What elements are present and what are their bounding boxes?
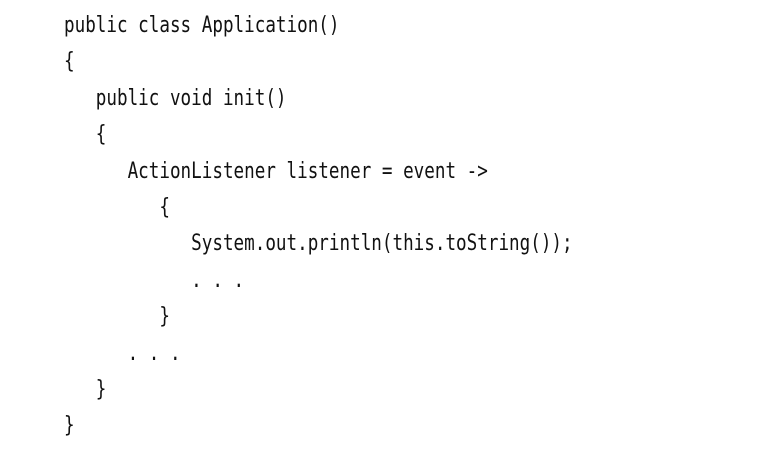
code-line-class-close-brace: } <box>64 413 75 439</box>
code-line-method-open-brace: { <box>64 122 107 148</box>
code-line-listener-assignment: ActionListener listener = event -> <box>64 158 488 184</box>
code-line-method-close-brace: } <box>64 376 107 402</box>
code-line-lambda-ellipsis: . . . <box>64 267 245 293</box>
code-line-lambda-close-brace: } <box>64 304 170 330</box>
code-line-println-statement: System.out.println(this.toString()); <box>64 231 573 257</box>
code-listing: public class Application() { public void… <box>64 8 573 445</box>
code-line-method-declaration: public void init() <box>64 85 287 111</box>
code-line-lambda-open-brace: { <box>64 194 170 220</box>
code-line-method-ellipsis: . . . <box>64 340 181 366</box>
code-line-class-declaration: public class Application() <box>64 13 340 38</box>
code-line-class-open-brace: { <box>64 49 75 75</box>
